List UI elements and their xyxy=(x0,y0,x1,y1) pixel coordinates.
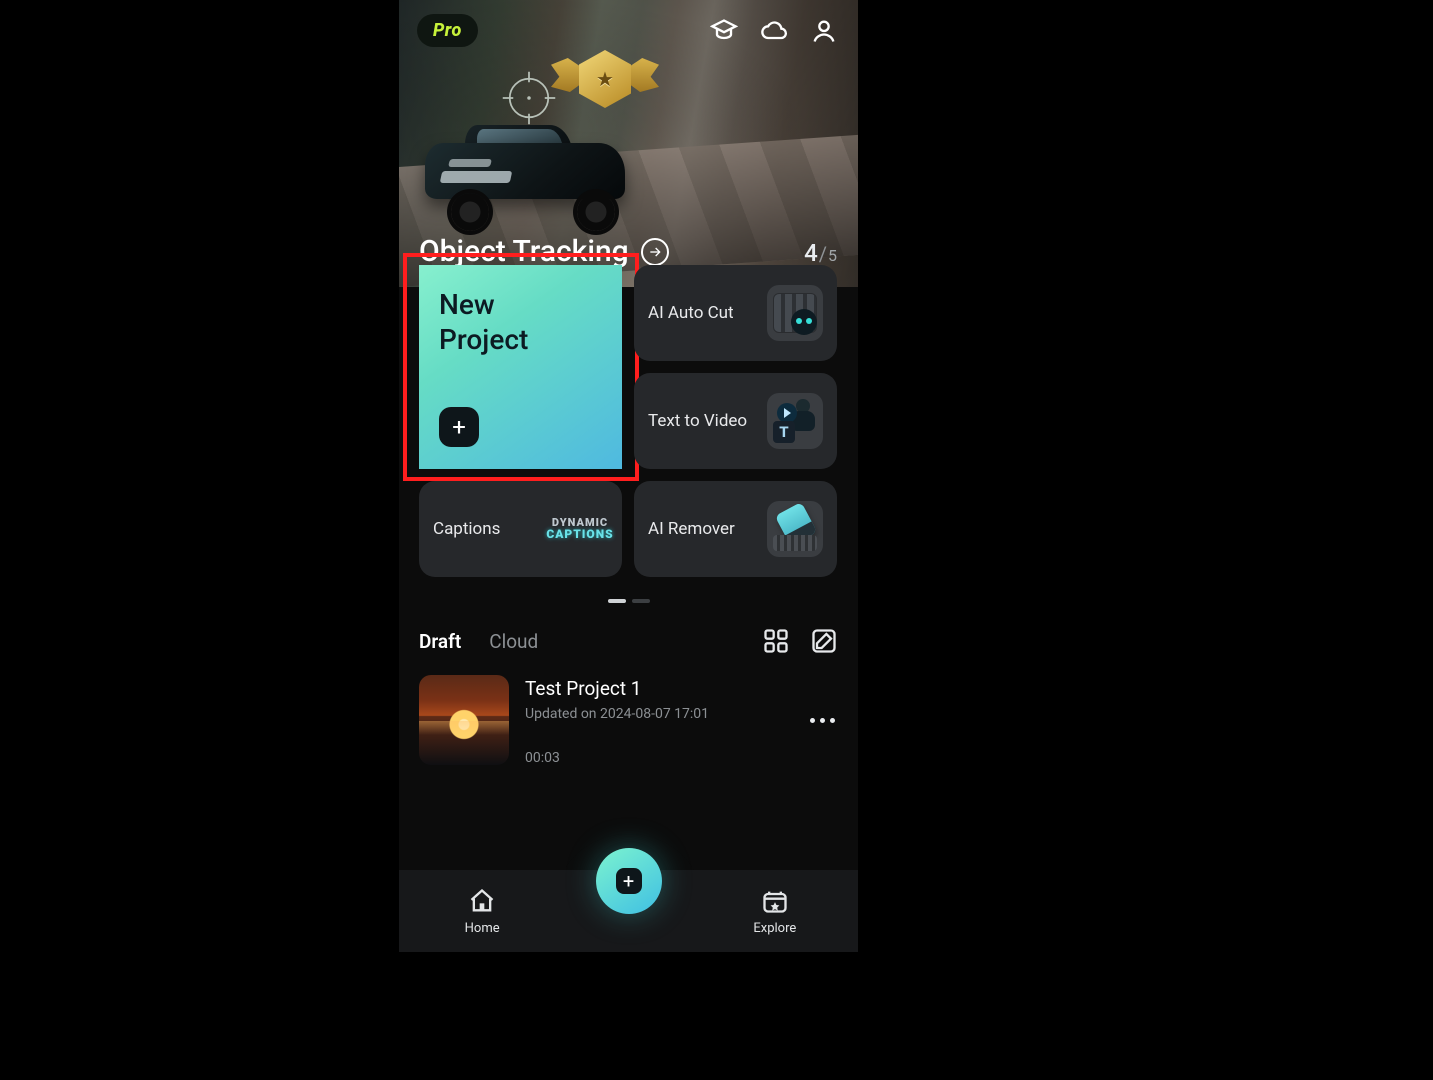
draft-list-item[interactable]: Test Project 1 Updated on 2024-08-07 17:… xyxy=(399,655,858,766)
page-total: 5 xyxy=(828,246,838,265)
hero-title-row[interactable]: Object Tracking xyxy=(419,234,669,269)
tutorial-icon[interactable] xyxy=(708,15,740,47)
ai-remover-card[interactable]: AI Remover xyxy=(634,481,837,577)
ai-auto-cut-label: AI Auto Cut xyxy=(648,303,734,323)
nav-fab-new[interactable]: + xyxy=(596,848,662,914)
tab-cloud[interactable]: Cloud xyxy=(489,630,538,653)
pager-dot xyxy=(632,599,650,603)
profile-icon[interactable] xyxy=(808,15,840,47)
dynamic-captions-icon: DYNAMIC CAPTIONS xyxy=(552,501,608,557)
arrow-right-circle-icon xyxy=(641,238,669,266)
tab-draft[interactable]: Draft xyxy=(419,630,461,653)
cloud-icon[interactable] xyxy=(758,15,790,47)
nav-home[interactable]: Home xyxy=(422,887,542,936)
new-project-line1: New xyxy=(439,287,528,322)
crosshair-icon xyxy=(501,70,557,126)
dynamic-text-2: CAPTIONS xyxy=(546,528,613,541)
text-to-video-card[interactable]: Text to Video T xyxy=(634,373,837,469)
drafts-tab-row: Draft Cloud xyxy=(399,603,858,655)
pager-dot-active xyxy=(608,599,626,603)
draft-meta: Test Project 1 Updated on 2024-08-07 17:… xyxy=(525,675,790,766)
page-current: 4 xyxy=(804,239,819,267)
plus-icon: + xyxy=(616,868,642,894)
ai-remover-label: AI Remover xyxy=(648,519,735,539)
bottom-navbar: Home Explore + xyxy=(399,834,858,952)
hero-banner[interactable]: Pro Object Tracking 4/5 xyxy=(399,0,858,287)
gold-medal-icon xyxy=(555,36,655,124)
draft-updated: Updated on 2024-08-07 17:01 xyxy=(525,706,790,722)
ai-auto-cut-card[interactable]: AI Auto Cut xyxy=(634,265,837,361)
grid-view-button[interactable] xyxy=(762,627,790,655)
eraser-icon xyxy=(767,501,823,557)
app-frame: Pro Object Tracking 4/5 xyxy=(399,0,858,952)
hero-title-text: Object Tracking xyxy=(419,234,629,269)
pro-badge[interactable]: Pro xyxy=(417,14,478,47)
text-to-video-label: Text to Video xyxy=(648,411,747,431)
captions-card[interactable]: Captions DYNAMIC CAPTIONS xyxy=(419,481,622,577)
captions-label: Captions xyxy=(433,519,500,539)
hero-car xyxy=(405,115,651,225)
quick-actions: New Project + AI Auto Cut Text to Video xyxy=(399,287,858,603)
top-bar: Pro xyxy=(399,14,858,47)
text-to-video-icon: T xyxy=(767,393,823,449)
edit-button[interactable] xyxy=(810,627,838,655)
hero-page-indicator: 4/5 xyxy=(804,239,838,267)
nav-home-label: Home xyxy=(465,921,500,936)
nav-explore[interactable]: Explore xyxy=(715,887,835,936)
new-project-line2: Project xyxy=(439,322,528,357)
more-options-button[interactable] xyxy=(806,718,838,723)
cards-pager xyxy=(399,599,858,603)
new-project-label: New Project xyxy=(439,287,528,357)
draft-thumbnail xyxy=(419,675,509,765)
draft-title: Test Project 1 xyxy=(525,677,790,700)
draft-duration: 00:03 xyxy=(525,750,790,766)
plus-icon: + xyxy=(439,407,479,447)
new-project-card[interactable]: New Project + xyxy=(419,265,622,469)
nav-explore-label: Explore xyxy=(753,921,796,936)
ai-autocut-icon xyxy=(767,285,823,341)
